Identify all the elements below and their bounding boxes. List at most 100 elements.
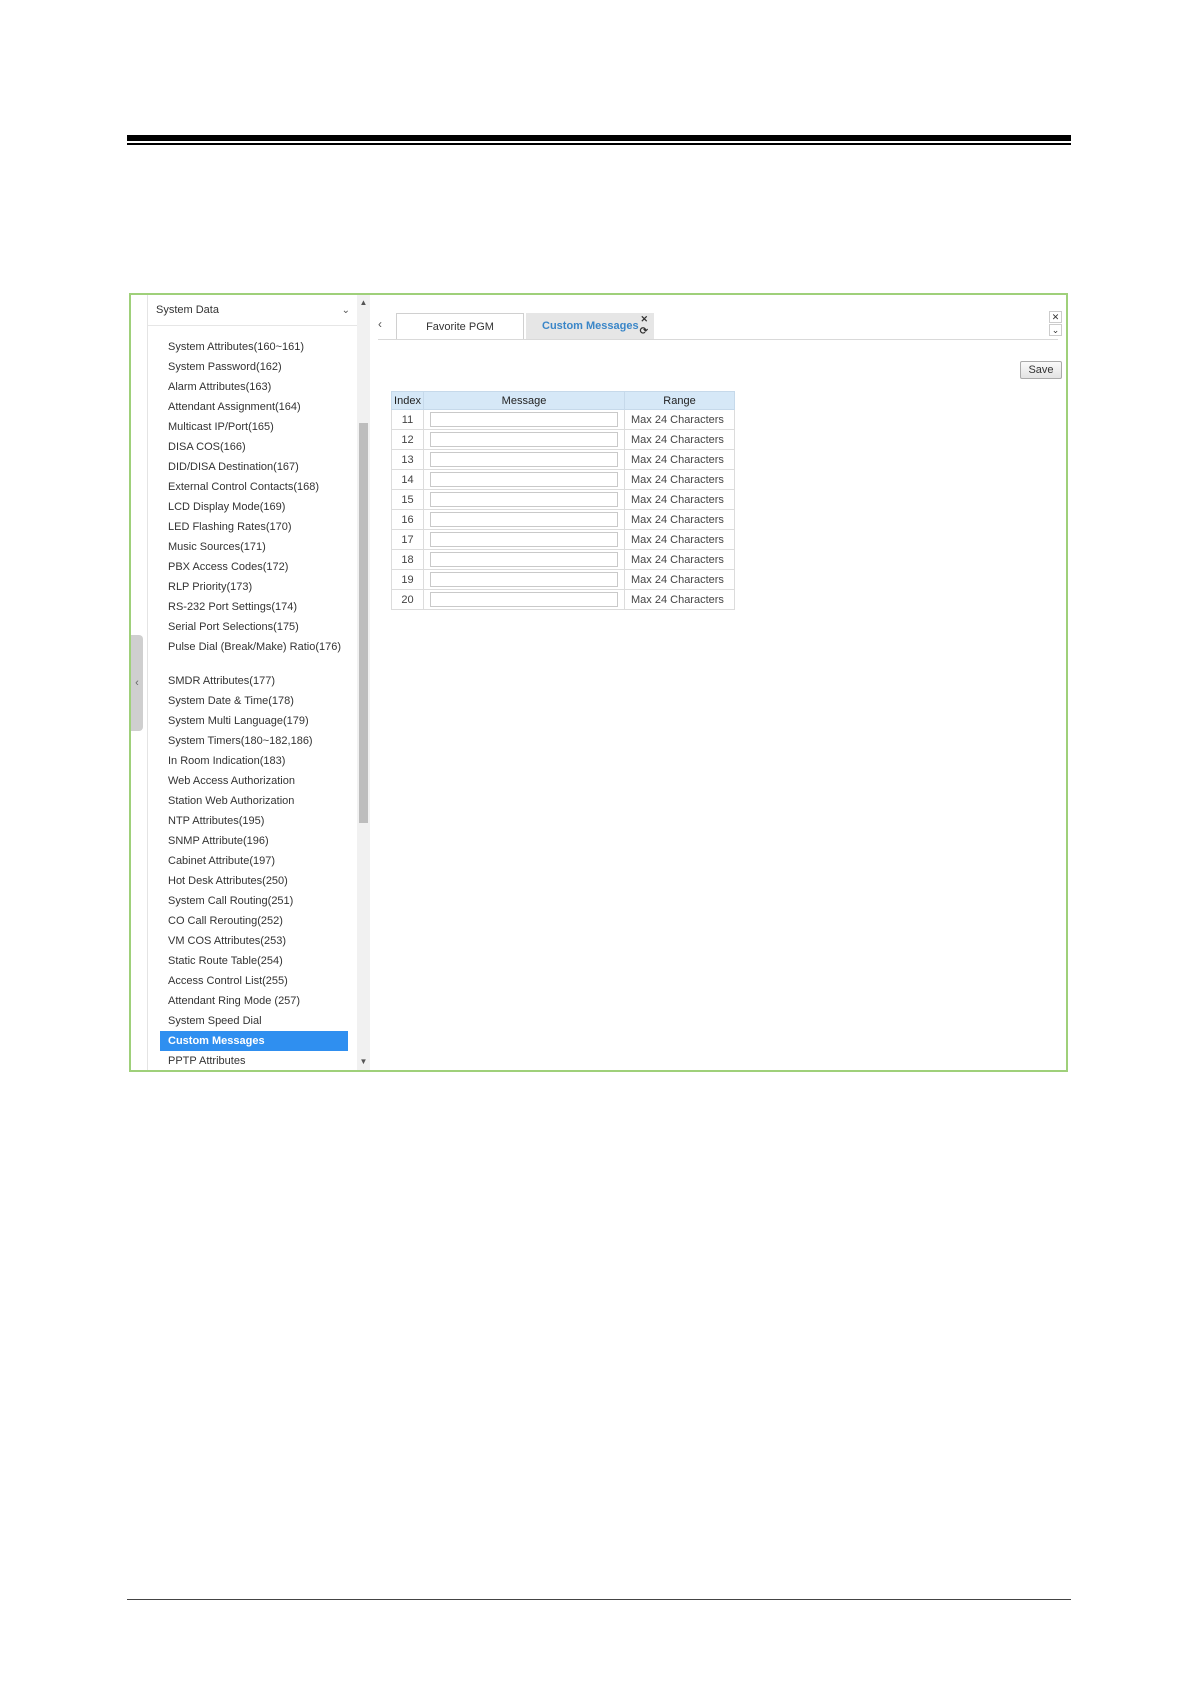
row-index: 17	[391, 529, 424, 550]
message-cell	[423, 529, 625, 550]
column-header-range: Range	[624, 391, 735, 410]
collapse-sidebar-handle[interactable]: ‹	[131, 635, 143, 731]
message-input[interactable]	[430, 532, 618, 547]
header-rule-thin	[127, 143, 1071, 145]
row-index: 15	[391, 489, 424, 510]
column-header-index: Index	[391, 391, 424, 410]
sidebar-item[interactable]: RLP Priority(173)	[148, 577, 358, 597]
sidebar-item[interactable]: System Call Routing(251)	[148, 891, 358, 911]
message-cell	[423, 469, 625, 490]
message-cell	[423, 549, 625, 570]
sidebar-item[interactable]: External Control Contacts(168)	[148, 477, 358, 497]
sidebar-item[interactable]: PPTP Attributes	[148, 1051, 358, 1070]
sidebar-item[interactable]: System Attributes(160~161)	[148, 337, 358, 357]
sidebar-item[interactable]: System Speed Dial	[148, 1011, 358, 1031]
message-input[interactable]	[430, 552, 618, 567]
table-row: 19 Max 24 Characters	[391, 569, 735, 590]
table-row: 15 Max 24 Characters	[391, 489, 735, 510]
close-icon[interactable]: ✕	[1049, 311, 1062, 323]
sidebar-item[interactable]: System Date & Time(178)	[148, 691, 358, 711]
sidebar-item[interactable]: NTP Attributes(195)	[148, 811, 358, 831]
sidebar-item[interactable]: VM COS Attributes(253)	[148, 931, 358, 951]
save-button[interactable]: Save	[1020, 361, 1062, 379]
custom-messages-table: Index Message Range 11 Max 24 Characters 1…	[391, 391, 735, 610]
message-cell	[423, 409, 625, 430]
sidebar-item[interactable]: System Timers(180~182,186)	[148, 731, 358, 751]
sidebar-header[interactable]: System Data ⌄	[148, 295, 358, 326]
sidebar-scrollbar[interactable]: ▲ ▼	[357, 295, 370, 1070]
table-row: 14 Max 24 Characters	[391, 469, 735, 490]
message-input[interactable]	[430, 512, 618, 527]
table-row: 17 Max 24 Characters	[391, 529, 735, 550]
sidebar-item[interactable]: Alarm Attributes(163)	[148, 377, 358, 397]
sidebar-title: System Data	[156, 304, 219, 316]
row-range: Max 24 Characters	[624, 549, 735, 570]
message-input[interactable]	[430, 492, 618, 507]
message-input[interactable]	[430, 572, 618, 587]
message-input[interactable]	[430, 412, 618, 427]
refresh-icon[interactable]: ⟳	[640, 326, 648, 337]
sidebar-item[interactable]: Custom Messages	[160, 1031, 348, 1051]
sidebar-item[interactable]: Serial Port Selections(175)	[148, 617, 358, 637]
table-row: 11 Max 24 Characters	[391, 409, 735, 430]
sidebar-item[interactable]: Music Sources(171)	[148, 537, 358, 557]
chevron-left-icon: ‹	[135, 677, 139, 689]
sidebar-item[interactable]: Multicast IP/Port(165)	[148, 417, 358, 437]
sidebar-item[interactable]: DISA COS(166)	[148, 437, 358, 457]
sidebar-item[interactable]: System Password(162)	[148, 357, 358, 377]
sidebar-item[interactable]: DID/DISA Destination(167)	[148, 457, 358, 477]
sidebar-item[interactable]: LED Flashing Rates(170)	[148, 517, 358, 537]
row-range: Max 24 Characters	[624, 489, 735, 510]
tab-label: Favorite PGM	[426, 320, 494, 333]
row-range: Max 24 Characters	[624, 449, 735, 470]
row-range: Max 24 Characters	[624, 589, 735, 610]
close-icon[interactable]: ✕	[640, 314, 648, 325]
chevron-down-icon[interactable]: ⌄	[1049, 324, 1062, 336]
sidebar-item[interactable]: Pulse Dial (Break/Make) Ratio(176)	[148, 637, 358, 671]
tab-favorite-pgm[interactable]: Favorite PGM	[396, 313, 524, 339]
row-range: Max 24 Characters	[624, 409, 735, 430]
sidebar-item[interactable]: In Room Indication(183)	[148, 751, 358, 771]
scroll-up-icon[interactable]: ▲	[357, 297, 370, 309]
table-row: 13 Max 24 Characters	[391, 449, 735, 470]
chevron-left-icon[interactable]: ‹	[378, 317, 382, 331]
message-input[interactable]	[430, 472, 618, 487]
tab-label: Custom Messages	[542, 320, 639, 332]
tab-bar: ‹ Favorite PGM Custom Messages ✕ ⟳	[378, 313, 1058, 340]
sidebar-item[interactable]: Access Control List(255)	[148, 971, 358, 991]
sidebar-item[interactable]: SMDR Attributes(177)	[148, 671, 358, 691]
message-cell	[423, 569, 625, 590]
row-index: 20	[391, 589, 424, 610]
scrollbar-thumb[interactable]	[359, 423, 368, 823]
sidebar-item[interactable]: Hot Desk Attributes(250)	[148, 871, 358, 891]
sidebar-item[interactable]: Static Route Table(254)	[148, 951, 358, 971]
tab-custom-messages[interactable]: Custom Messages ✕ ⟳	[526, 313, 654, 339]
message-input[interactable]	[430, 432, 618, 447]
header-rule-thick	[127, 135, 1071, 141]
chevron-down-icon[interactable]: ⌄	[342, 305, 350, 316]
sidebar-item[interactable]: Attendant Ring Mode (257)	[148, 991, 358, 1011]
sidebar-item[interactable]: System Multi Language(179)	[148, 711, 358, 731]
sidebar-item[interactable]: Station Web Authorization	[148, 791, 358, 811]
message-cell	[423, 449, 625, 470]
sidebar-item[interactable]: Cabinet Attribute(197)	[148, 851, 358, 871]
window-controls: ✕ ⌄	[1049, 311, 1062, 337]
sidebar-item[interactable]: CO Call Rerouting(252)	[148, 911, 358, 931]
sidebar-item[interactable]: PBX Access Codes(172)	[148, 557, 358, 577]
footer-rule	[127, 1599, 1071, 1600]
message-input[interactable]	[430, 452, 618, 467]
message-cell	[423, 429, 625, 450]
sidebar-item[interactable]: SNMP Attribute(196)	[148, 831, 358, 851]
sidebar-item[interactable]: LCD Display Mode(169)	[148, 497, 358, 517]
scroll-down-icon[interactable]: ▼	[357, 1056, 370, 1068]
row-index: 16	[391, 509, 424, 530]
sidebar-item[interactable]: RS-232 Port Settings(174)	[148, 597, 358, 617]
sidebar-item[interactable]: Attendant Assignment(164)	[148, 397, 358, 417]
column-header-message: Message	[423, 391, 625, 410]
message-input[interactable]	[430, 592, 618, 607]
row-range: Max 24 Characters	[624, 469, 735, 490]
sidebar-item[interactable]: Web Access Authorization	[148, 771, 358, 791]
sidebar-menu: System Attributes(160~161) System Passwor…	[148, 337, 358, 1070]
row-index: 11	[391, 409, 424, 430]
table-row: 16 Max 24 Characters	[391, 509, 735, 530]
